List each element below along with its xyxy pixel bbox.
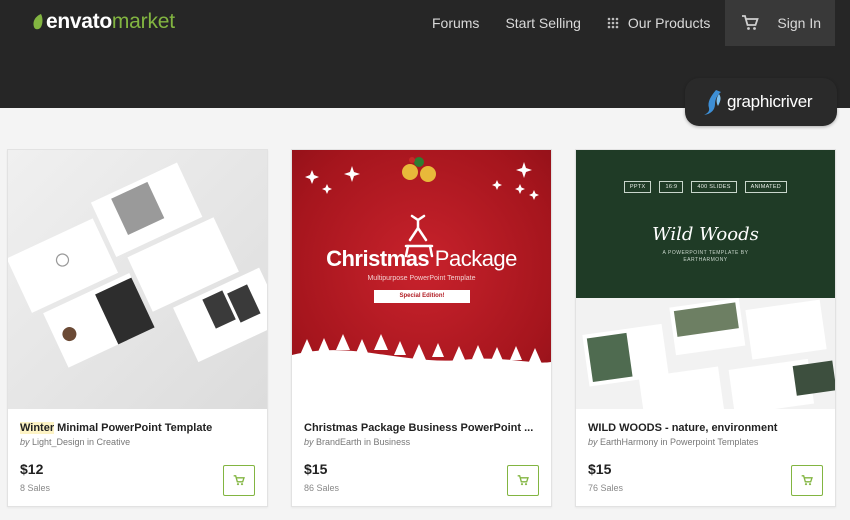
product-title[interactable]: Winter Minimal PowerPoint Template (20, 422, 212, 434)
author-category[interactable]: BrandEarth in Business (314, 437, 410, 447)
thumb-tag: 16:9 (659, 181, 684, 193)
cart-icon (517, 475, 529, 486)
wild-woods-preview (576, 298, 835, 409)
thumb-subtitle: Multipurpose PowerPoint Template (367, 275, 476, 282)
thumb-tag: 400 SLIDES (691, 181, 737, 193)
product-byline: by BrandEarth in Business (304, 437, 410, 447)
add-to-cart-button[interactable] (507, 465, 539, 496)
winter-template-preview (8, 162, 267, 368)
product-thumbnail[interactable]: PPTX 16:9 400 SLIDES ANIMATED Wild Woods… (576, 150, 835, 409)
product-card[interactable]: Christmas Package Multipurpose PowerPoin… (291, 149, 552, 507)
cart-icon (233, 475, 245, 486)
thumb-title-a: Christmas (326, 246, 430, 271)
cart-icon (801, 475, 813, 486)
graphicriver-label: graphicriver (727, 92, 813, 111)
product-byline: by EarthHarmony in Powerpoint Templates (588, 437, 758, 447)
leaf-icon (33, 14, 43, 30)
cart-icon[interactable] (741, 15, 760, 31)
product-card[interactable]: Winter Minimal PowerPoint Template by Li… (7, 149, 268, 507)
product-price: $15 (304, 461, 328, 477)
product-byline: by Light_Design in Creative (20, 437, 130, 447)
signin-area[interactable]: Sign In (725, 0, 835, 46)
by-prefix: by (304, 437, 314, 447)
title-highlight: Winter (20, 422, 55, 434)
thumb-tag: ANIMATED (744, 181, 788, 193)
envato-market-logo[interactable]: envato market (31, 10, 175, 34)
product-sales: 8 Sales (20, 483, 51, 493)
product-title[interactable]: Christmas Package Business PowerPoint ..… (304, 422, 533, 434)
thumb-title: Wild Woods (652, 224, 759, 245)
thumb-title: Christmas Package (292, 246, 551, 272)
sign-in-link[interactable]: Sign In (777, 15, 821, 31)
add-to-cart-button[interactable] (223, 465, 255, 496)
product-thumbnail[interactable] (8, 150, 267, 409)
grid-icon (607, 17, 619, 29)
graphicriver-icon (704, 90, 721, 115)
product-thumbnail[interactable]: Christmas Package Multipurpose PowerPoin… (292, 150, 551, 409)
product-price: $12 (20, 461, 44, 477)
main-nav: Forums Start Selling Our Products Sign I… (419, 0, 850, 46)
nav-our-products-label: Our Products (627, 15, 711, 31)
thumb-title-b: Package (429, 246, 518, 271)
thumb-header: PPTX 16:9 400 SLIDES ANIMATED Wild Woods… (576, 150, 835, 298)
graphicriver-badge[interactable]: graphicriver (685, 78, 837, 126)
product-sales: 76 Sales (588, 483, 624, 493)
thumb-subtitle: A POWERPOINT TEMPLATE BY (662, 250, 749, 256)
by-prefix: by (20, 437, 30, 447)
product-sales: 86 Sales (304, 483, 340, 493)
nav-forums[interactable]: Forums (419, 0, 492, 46)
logo-envato-text: envato (46, 10, 112, 33)
by-prefix: by (588, 437, 598, 447)
add-to-cart-button[interactable] (791, 465, 823, 496)
nav-start-selling[interactable]: Start Selling (492, 0, 593, 46)
title-rest: Minimal PowerPoint Template (54, 422, 213, 434)
product-price: $15 (588, 461, 612, 477)
logo-market-text: market (111, 10, 175, 33)
thumb-tag: PPTX (623, 181, 652, 193)
author-category[interactable]: EarthHarmony in Powerpoint Templates (598, 437, 758, 447)
author-category[interactable]: Light_Design in Creative (30, 437, 130, 447)
thumb-author: EARTHARMONY (683, 257, 728, 263)
thumb-tags: PPTX 16:9 400 SLIDES ANIMATED (576, 181, 835, 193)
nav-our-products[interactable]: Our Products (594, 0, 723, 46)
product-card[interactable]: PPTX 16:9 400 SLIDES ANIMATED Wild Woods… (575, 149, 836, 507)
thumb-ribbon: Special Edition! (374, 290, 470, 303)
product-title[interactable]: WILD WOODS - nature, environment (588, 422, 777, 434)
